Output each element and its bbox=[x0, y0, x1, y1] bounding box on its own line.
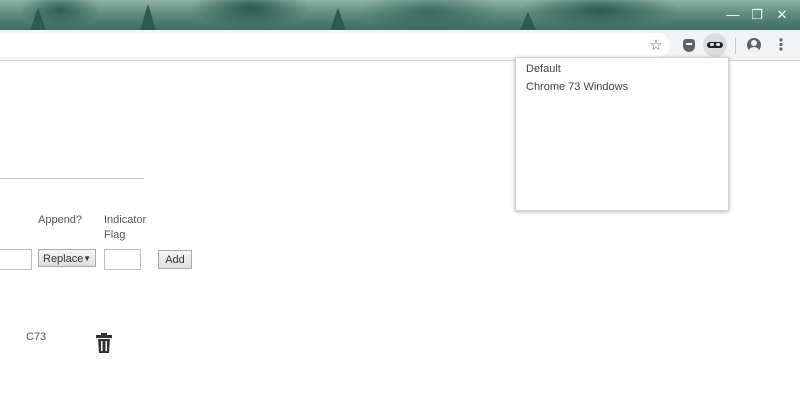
string-input[interactable] bbox=[0, 249, 32, 270]
background-tree-decoration bbox=[520, 12, 536, 30]
indicator-label-line2: Flag bbox=[104, 229, 126, 241]
append-select-value: Replace bbox=[43, 253, 84, 265]
address-bar[interactable] bbox=[0, 33, 670, 57]
privacy-shield-icon[interactable] bbox=[678, 34, 700, 56]
minimize-button[interactable]: — bbox=[722, 5, 744, 25]
window-titlebar: — ❐ ✕ bbox=[0, 0, 800, 30]
append-select[interactable]: Replace ▼ bbox=[38, 249, 96, 267]
background-tree-decoration bbox=[140, 4, 156, 30]
indicator-label-line1: Indicator bbox=[104, 214, 147, 226]
popup-item-chrome-73-windows[interactable]: Chrome 73 Windows bbox=[526, 81, 628, 93]
toolbar-separator bbox=[735, 38, 736, 54]
indicator-flag-column-label: Indicator Flag bbox=[104, 213, 146, 243]
background-tree-decoration bbox=[330, 8, 346, 30]
entry-indicator-label: C73 bbox=[26, 331, 47, 343]
dropdown-arrow-icon: ▼ bbox=[83, 254, 91, 263]
append-column-label: Append? bbox=[38, 214, 83, 226]
user-agent-switcher-icon[interactable] bbox=[703, 33, 727, 57]
close-button[interactable]: ✕ bbox=[771, 5, 793, 25]
background-tree-decoration bbox=[30, 8, 46, 30]
more-menu-icon[interactable]: ⋮ bbox=[770, 34, 792, 56]
account-icon[interactable] bbox=[743, 34, 765, 56]
restore-button[interactable]: ❐ bbox=[746, 5, 768, 25]
popup-item-default[interactable]: Default bbox=[526, 63, 561, 75]
add-button[interactable]: Add bbox=[158, 250, 192, 269]
trash-icon[interactable] bbox=[96, 333, 112, 353]
bookmark-star-icon[interactable]: ☆ bbox=[645, 34, 667, 56]
indicator-flag-input[interactable] bbox=[104, 249, 141, 270]
user-agent-popup: Default Chrome 73 Windows bbox=[515, 57, 729, 211]
section-divider bbox=[0, 178, 144, 179]
